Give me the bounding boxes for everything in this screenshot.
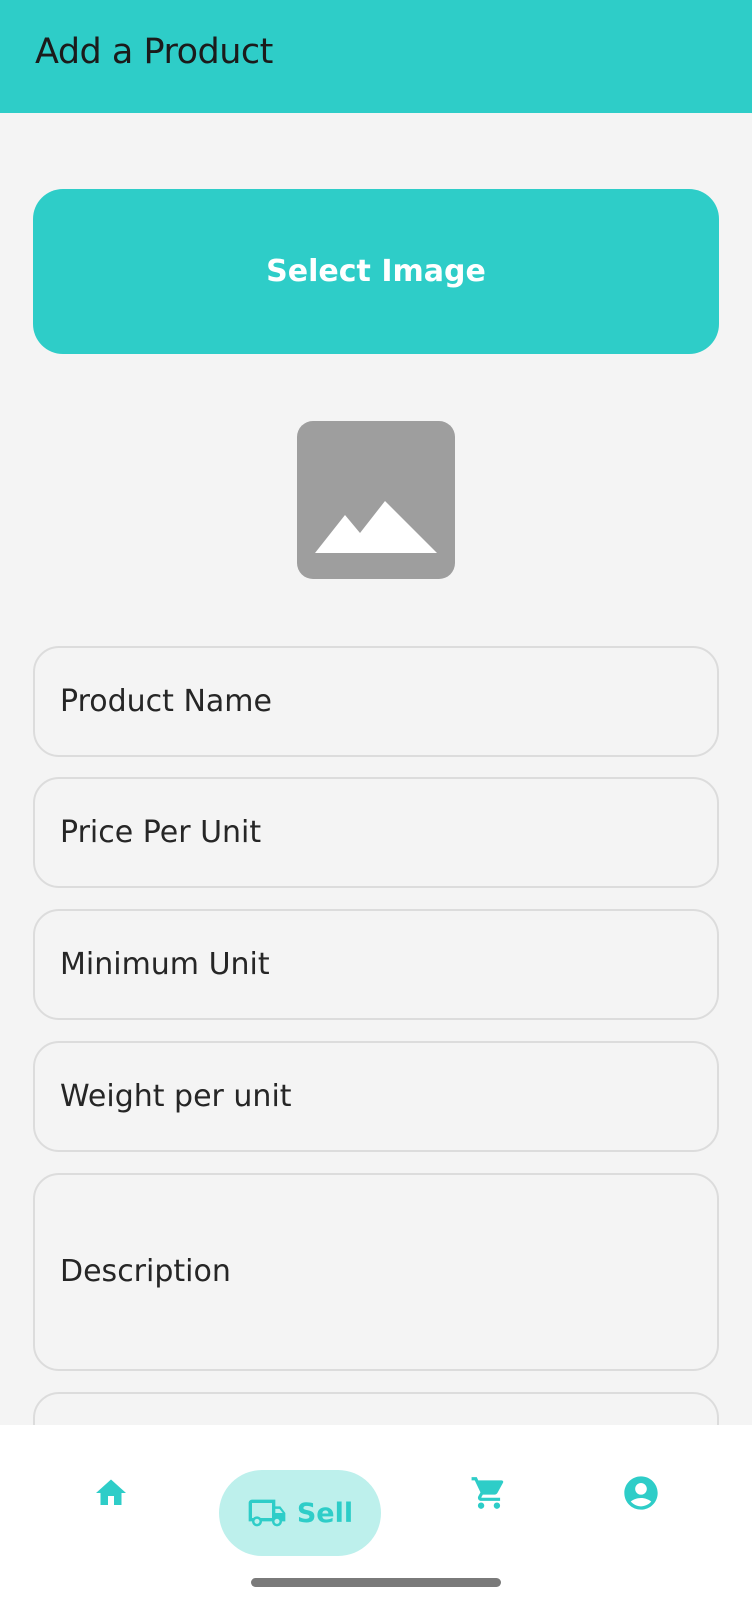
price-per-unit-placeholder: Price Per Unit	[60, 815, 262, 850]
price-per-unit-field[interactable]: Price Per Unit	[33, 777, 719, 888]
product-name-field[interactable]: Product Name	[33, 646, 719, 757]
product-name-placeholder: Product Name	[60, 684, 272, 719]
nav-sell-label: Sell	[296, 1497, 354, 1529]
home-icon	[96, 1479, 126, 1505]
weight-per-unit-placeholder: Weight per unit	[60, 1079, 292, 1114]
home-indicator	[251, 1578, 501, 1587]
account-icon	[624, 1476, 658, 1510]
nav-cart[interactable]	[459, 1463, 519, 1523]
truck-icon	[248, 1499, 286, 1527]
select-image-button[interactable]: Select Image	[33, 189, 719, 354]
nav-home[interactable]	[81, 1463, 141, 1523]
description-placeholder: Description	[60, 1254, 231, 1289]
app-bar: Add a Product	[0, 0, 752, 113]
minimum-unit-placeholder: Minimum Unit	[60, 947, 270, 982]
minimum-unit-field[interactable]: Minimum Unit	[33, 909, 719, 1020]
page-title: Add a Product	[35, 32, 273, 72]
next-field-partial[interactable]	[33, 1392, 719, 1425]
weight-per-unit-field[interactable]: Weight per unit	[33, 1041, 719, 1152]
image-placeholder-icon	[297, 421, 455, 579]
nav-sell[interactable]: Sell	[219, 1470, 381, 1556]
description-field[interactable]: Description	[33, 1173, 719, 1371]
cart-icon	[471, 1477, 504, 1509]
select-image-label: Select Image	[266, 254, 486, 289]
form-content[interactable]: Select Image Product Name Price Per Unit…	[0, 113, 752, 1425]
nav-profile[interactable]	[611, 1463, 671, 1523]
bottom-navigation: Sell	[0, 1425, 752, 1600]
